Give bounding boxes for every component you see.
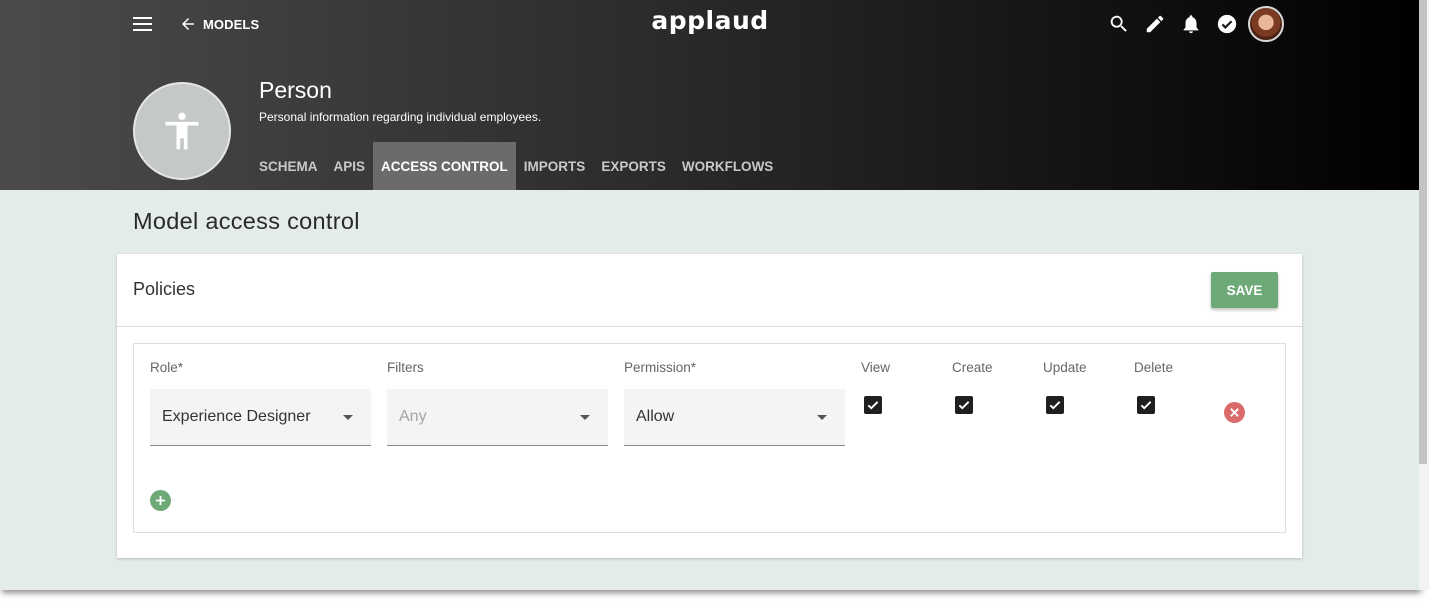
checkmark-icon [867,401,879,410]
plus-icon [155,495,166,506]
dropdown-arrow-icon [343,415,353,420]
role-select[interactable]: Experience Designer [150,389,371,446]
create-label: Create [952,360,993,375]
permission-label: Permission* [624,360,697,375]
model-description: Personal information regarding individua… [259,110,542,124]
delete-checkbox[interactable] [1137,396,1155,414]
arrow-left-icon [182,18,194,30]
create-checkbox[interactable] [955,396,973,414]
view-checkbox[interactable] [864,396,882,414]
check-circle-icon[interactable] [1216,13,1238,35]
dropdown-arrow-icon [580,415,590,420]
update-checkbox[interactable] [1046,396,1064,414]
policies-title: Policies [133,279,196,299]
remove-policy-button[interactable] [1224,402,1245,423]
bell-icon[interactable] [1180,13,1202,35]
model-title: Person [259,77,332,103]
view-label: View [861,360,891,375]
scrollbar-thumb[interactable] [1419,0,1427,464]
permission-value: Allow [636,408,675,425]
permission-select[interactable]: Allow [624,389,845,446]
person-icon [165,112,199,150]
checkmark-icon [958,401,970,410]
menu-icon[interactable] [132,15,154,33]
dropdown-arrow-icon [817,415,827,420]
close-icon [1230,408,1239,417]
filters-label: Filters [387,360,424,375]
filters-placeholder: Any [399,408,427,425]
model-avatar [133,82,231,180]
avatar[interactable] [1248,6,1284,42]
search-icon[interactable] [1108,13,1130,35]
checkmark-icon [1049,401,1061,410]
back-label: MODELS [203,16,260,32]
policy-row: Role* Filters Permission* View Create Up… [133,343,1286,533]
policies-card: Policies SAVE Role* Filters Permission* … [117,254,1302,558]
tab-apis[interactable]: APIS [326,142,374,190]
divider [117,326,1302,327]
delete-label: Delete [1134,360,1174,375]
app-window: MODELS applaud Person Personal informati… [0,0,1419,590]
pencil-icon[interactable] [1144,13,1166,35]
filters-select[interactable]: Any [387,389,608,446]
checkmark-icon [1140,401,1152,410]
add-policy-button[interactable] [150,490,171,511]
save-button[interactable]: SAVE [1211,272,1278,308]
page-title: Model access control [133,208,360,234]
applaud-logo: applaud [651,6,769,35]
update-label: Update [1043,360,1087,375]
tab-workflows[interactable]: WORKFLOWS [674,142,781,190]
tab-schema[interactable]: SCHEMA [251,142,326,190]
model-header: MODELS applaud Person Personal informati… [0,0,1419,190]
tab-exports[interactable]: EXPORTS [593,142,674,190]
tab-access-control[interactable]: ACCESS CONTROL [373,142,516,190]
back-to-models-link[interactable]: MODELS [179,14,259,34]
role-label: Role* [150,360,184,375]
role-value: Experience Designer [162,408,311,425]
tab-imports[interactable]: IMPORTS [516,142,594,190]
model-tabs: SCHEMA APIS ACCESS CONTROL IMPORTS EXPOR… [251,142,781,190]
